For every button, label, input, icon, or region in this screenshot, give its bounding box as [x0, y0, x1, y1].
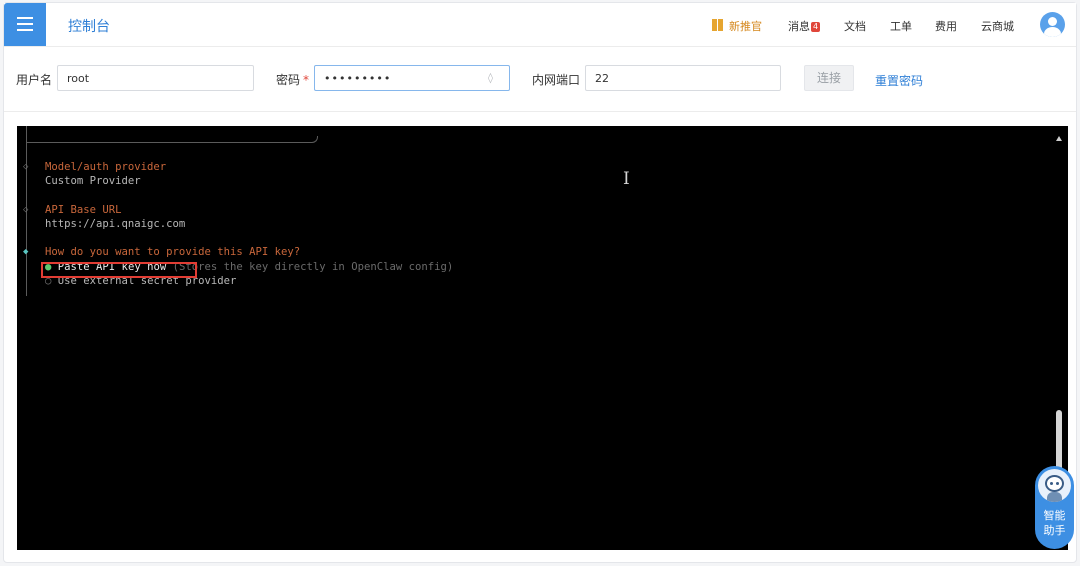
text-cursor-icon: I [623, 169, 630, 189]
app-title: 控制台 [68, 19, 110, 35]
menu-toggle-button[interactable] [4, 3, 46, 46]
connection-form: 用户名 密码* 内网端口 连接 重置密码 [4, 47, 1076, 112]
nav-promo[interactable]: 新推官 [712, 18, 762, 34]
gift-icon [712, 19, 723, 31]
nav-tickets[interactable]: 工单 [890, 18, 912, 34]
console-frame: 控制台 新推官 消息4 文档 工单 费用 云商城 用户名 密码* 内网端口 连接… [3, 2, 1077, 563]
port-label: 内网端口 [532, 73, 581, 87]
message-count-badge: 4 [811, 22, 821, 32]
password-label: 密码 * [276, 73, 310, 87]
active-step-diamond-icon: ◆ [23, 247, 29, 257]
highlight-box [41, 262, 197, 278]
required-asterisk: * [303, 73, 310, 87]
prompt-api-key-method: How do you want to provide this API key? [45, 246, 301, 258]
option-hint: (Stores the key directly in OpenClaw con… [172, 261, 454, 273]
prompt-box-edge [27, 136, 318, 143]
robot-icon [1038, 469, 1071, 502]
answer-model-provider: Custom Provider [45, 175, 141, 187]
prompt-model-provider: Model/auth provider [45, 161, 167, 173]
reset-password-link[interactable]: 重置密码 [875, 72, 923, 89]
terminal-window[interactable]: ◇ Model/auth provider Custom Provider ◇ … [17, 126, 1068, 550]
password-input[interactable] [314, 65, 510, 91]
assistant-label: 智能 助手 [1043, 509, 1066, 537]
step-diamond-icon: ◇ [23, 162, 29, 172]
username-input[interactable] [57, 65, 254, 91]
connect-button[interactable]: 连接 [804, 65, 854, 91]
ai-assistant-button[interactable]: 智能 助手 [1035, 466, 1074, 549]
nav-marketplace[interactable]: 云商城 [981, 18, 1014, 34]
top-navigation-bar: 控制台 新推官 消息 4 文档 工单 费用 云商城 [4, 3, 1076, 47]
scroll-up-arrow-icon[interactable] [1056, 136, 1062, 141]
user-avatar[interactable] [1040, 12, 1065, 37]
nav-docs[interactable]: 文档 [844, 18, 866, 34]
answer-api-base-url: https://api.qnaigc.com [45, 218, 186, 230]
username-label: 用户名 [16, 73, 53, 87]
nav-messages[interactable]: 消息 4 [788, 18, 821, 34]
port-input[interactable] [585, 65, 781, 91]
step-diamond-icon: ◇ [23, 205, 29, 215]
nav-billing[interactable]: 费用 [935, 18, 957, 34]
hide-password-icon[interactable]: ◊ [488, 73, 493, 84]
prompt-api-base-url: API Base URL [45, 204, 122, 216]
hamburger-icon [17, 17, 33, 19]
